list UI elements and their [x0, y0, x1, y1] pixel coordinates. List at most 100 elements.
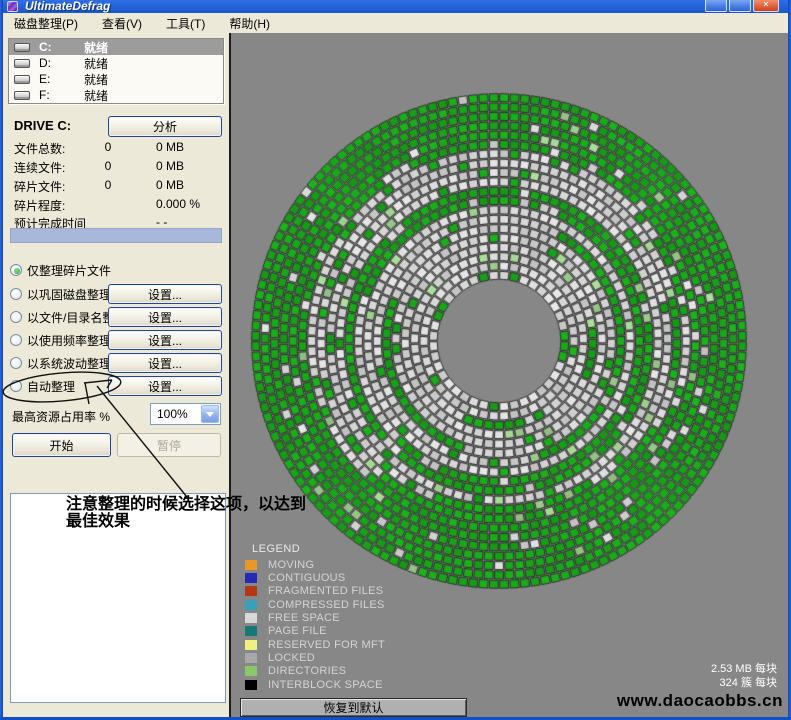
option-row: 自动整理: [10, 378, 75, 394]
menu-bar: 磁盘整理(P) 查看(V) 工具(T) 帮助(H): [3, 13, 788, 33]
stat-label: 文件总数:: [14, 142, 65, 156]
drive-row[interactable]: F: 就绪: [9, 87, 223, 103]
legend-swatch: [245, 573, 257, 583]
analyze-button[interactable]: 分析: [108, 116, 222, 137]
settings-button[interactable]: 设置...: [108, 307, 222, 327]
legend-label: COMPRESSED FILES: [268, 599, 385, 611]
menu-item-defrag[interactable]: 磁盘整理(P): [9, 13, 83, 34]
option-label: 以使用频率整理: [27, 332, 111, 349]
menu-item-view[interactable]: 查看(V): [97, 13, 147, 34]
legend-label: PAGE FILE: [268, 625, 327, 637]
drive-status: 就绪: [84, 71, 108, 88]
drive-name: D:: [39, 56, 51, 70]
annotation-line1: 注意整理的时候选择这项，以达到: [66, 496, 366, 513]
settings-button[interactable]: 设置...: [108, 376, 222, 396]
radio-control[interactable]: [10, 380, 22, 392]
close-button[interactable]: ✕: [753, 0, 779, 12]
legend-label: CONTIGUOUS: [268, 572, 346, 584]
legend-swatch: [245, 600, 257, 610]
option-row: 以使用频率整理: [10, 332, 111, 348]
option-row: 以巩固磁盘整理: [10, 286, 111, 302]
stat-size: 0 MB: [156, 140, 184, 154]
menu-item-tools[interactable]: 工具(T): [161, 13, 210, 34]
radio-control[interactable]: [10, 311, 22, 323]
stat-label: 碎片程度:: [14, 199, 65, 213]
radio-control[interactable]: [10, 288, 22, 300]
legend-swatch: [245, 560, 257, 570]
stat-count: 0: [90, 178, 126, 192]
radio-control[interactable]: [10, 264, 22, 276]
pause-button[interactable]: 暂停: [117, 433, 221, 457]
drive-status: 就绪: [84, 39, 108, 56]
stat-row: 碎片文件: 0 0 MB: [14, 178, 222, 194]
drive-icon: [14, 75, 30, 84]
start-button[interactable]: 开始: [12, 433, 111, 457]
drive-row[interactable]: C: 就绪: [9, 39, 223, 55]
legend: LEGEND MOVING CONTIGUOUS FRAGMENTED FILE…: [245, 543, 445, 691]
legend-label: FREE SPACE: [268, 612, 340, 624]
legend-swatch: [245, 666, 257, 676]
stat-row: 碎片程度: 0.000 %: [14, 197, 222, 213]
resource-usage-select[interactable]: 100%: [150, 403, 221, 425]
legend-label: DIRECTORIES: [268, 665, 346, 677]
annotation-note: 注意整理的时候选择这项，以达到 最佳效果: [66, 496, 366, 530]
drive-header: DRIVE C:: [14, 118, 71, 133]
window-frame: [0, 0, 3, 720]
radio-control[interactable]: [10, 357, 22, 369]
settings-button[interactable]: 设置...: [108, 330, 222, 350]
stat-count: 0: [90, 159, 126, 173]
stat-label: 连续文件:: [14, 161, 65, 175]
option-row: 以系统波动整理: [10, 355, 111, 371]
minimize-button[interactable]: [705, 0, 727, 12]
drive-list: C: 就绪 D: 就绪 E: 就绪 F: 就绪: [8, 38, 224, 104]
drive-name: C:: [39, 40, 52, 54]
stat-row: 文件总数: 0 0 MB: [14, 140, 222, 156]
resource-usage-label: 最高资源占用率 %: [12, 408, 110, 425]
window-title: UltimateDefrag: [25, 0, 110, 13]
drive-icon: [14, 91, 30, 100]
stat-size: 0 MB: [156, 159, 184, 173]
progress-bar: [10, 228, 222, 243]
legend-swatch: [245, 586, 257, 596]
settings-button[interactable]: 设置...: [108, 284, 222, 304]
drive-row[interactable]: D: 就绪: [9, 55, 223, 71]
drive-icon: [14, 43, 30, 52]
stat-label: 碎片文件:: [14, 180, 65, 194]
drive-name: E:: [39, 72, 50, 86]
legend-title: LEGEND: [252, 543, 445, 555]
drive-icon: [14, 59, 30, 68]
annotation-line2: 最佳效果: [66, 513, 366, 530]
title-bar[interactable]: UltimateDefrag: [0, 0, 791, 13]
option-label: 仅整理碎片文件: [27, 262, 111, 279]
cluster-size-text: 324 簇 每块: [711, 676, 777, 690]
legend-label: FRAGMENTED FILES: [268, 585, 383, 597]
legend-swatch: [245, 626, 257, 636]
chevron-down-icon[interactable]: [201, 405, 219, 423]
option-label: 以系统波动整理: [27, 355, 111, 372]
legend-label: LOCKED: [268, 652, 315, 664]
drive-status: 就绪: [84, 55, 108, 72]
resource-usage-value: 100%: [157, 407, 188, 421]
option-label: 以巩固磁盘整理: [27, 286, 111, 303]
stat-size: - -: [156, 215, 167, 229]
application-window: UltimateDefrag ✕ 磁盘整理(P) 查看(V) 工具(T) 帮助(…: [0, 0, 791, 720]
menu-item-help[interactable]: 帮助(H): [224, 13, 275, 34]
legend-label: MOVING: [268, 559, 314, 571]
settings-button[interactable]: 设置...: [108, 353, 222, 373]
drive-name: F:: [39, 88, 50, 102]
drive-status: 就绪: [84, 87, 108, 104]
drive-row[interactable]: E: 就绪: [9, 71, 223, 87]
legend-swatch: [245, 640, 257, 650]
stat-row: 连续文件: 0 0 MB: [14, 159, 222, 175]
legend-swatch: [245, 653, 257, 663]
option-row: 仅整理碎片文件: [10, 262, 111, 278]
legend-swatch: [245, 613, 257, 623]
legend-label: RESERVED FOR MFT: [268, 639, 385, 651]
stat-size: 0.000 %: [156, 197, 200, 211]
maximize-button[interactable]: [729, 0, 751, 12]
stat-count: 0: [90, 140, 126, 154]
legend-swatch: [245, 680, 257, 690]
radio-control[interactable]: [10, 334, 22, 346]
restore-defaults-button[interactable]: 恢复到默认: [240, 698, 467, 717]
legend-label: INTERBLOCK SPACE: [268, 679, 383, 691]
